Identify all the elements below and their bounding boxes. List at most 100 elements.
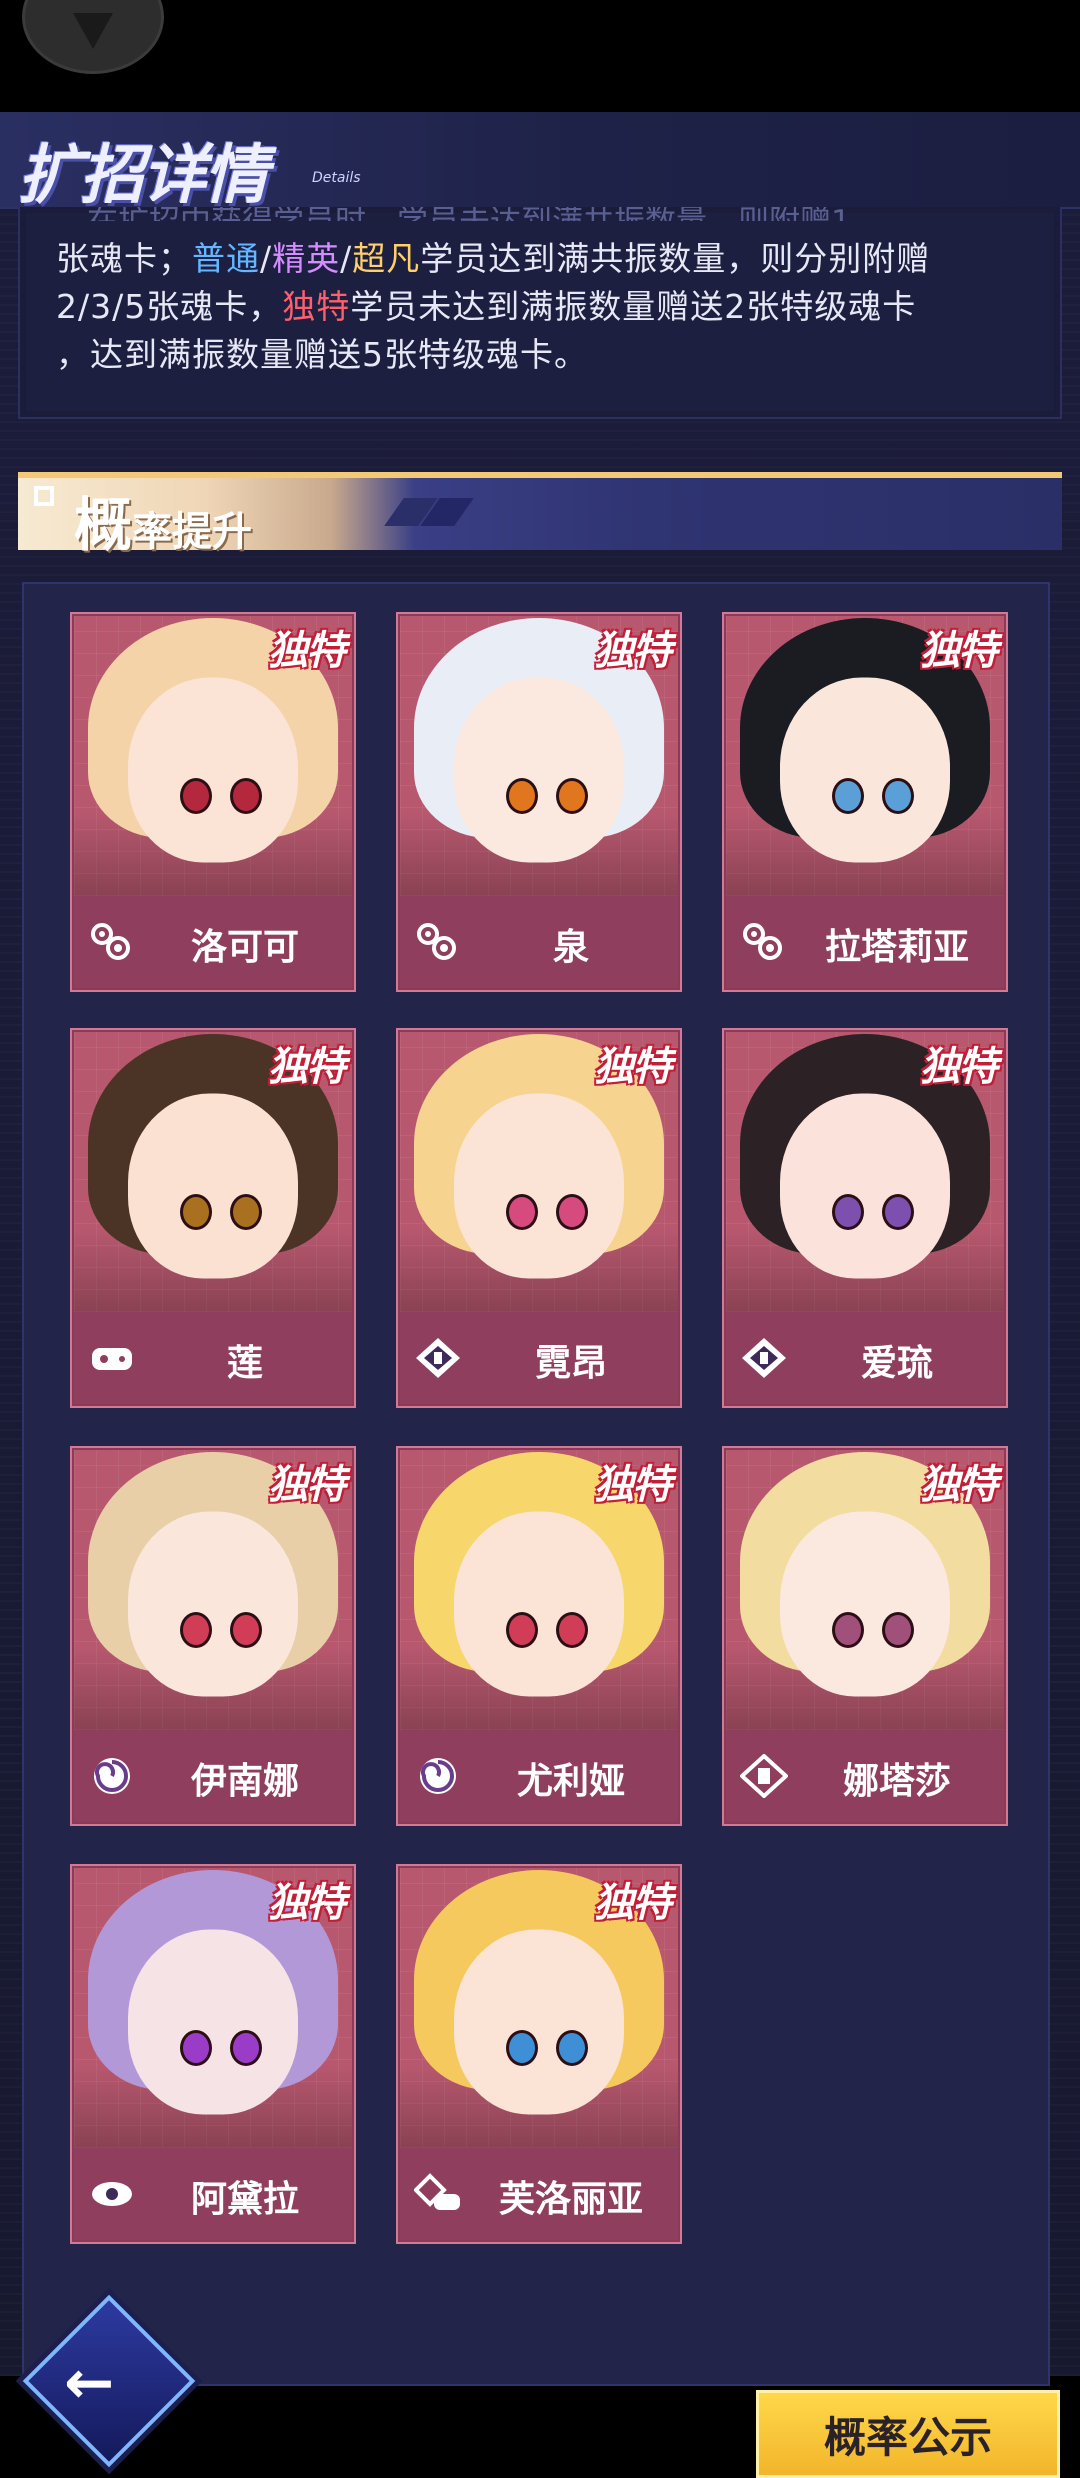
character-card[interactable]: 独特洛可可: [70, 612, 356, 992]
square-marker-icon: [34, 486, 54, 506]
rarity-normal: 普通: [192, 239, 260, 278]
spiral-icon: [414, 1756, 462, 1796]
character-card[interactable]: 独特尤利娅: [396, 1446, 682, 1826]
back-arrow-icon: ←: [64, 2348, 115, 2418]
portrait-eye: [229, 778, 262, 815]
header-banner: 扩招详情 Details: [0, 112, 1080, 213]
portrait-eye: [505, 1612, 538, 1649]
eye-icon: [88, 2174, 136, 2214]
details-separator: /: [340, 239, 353, 278]
portrait-face: [128, 1511, 298, 1697]
diamond-rune-icon: [740, 1338, 788, 1378]
unique-badge: 独特: [268, 1462, 346, 1508]
character-name: 莲: [226, 1343, 263, 1384]
diamond-rune-icon: [414, 1338, 462, 1378]
unique-badge: 独特: [594, 1044, 672, 1090]
character-name: 芙洛丽亚: [498, 2179, 643, 2220]
portrait-eye: [831, 1612, 864, 1649]
character-namebar: 莲: [74, 1312, 352, 1404]
back-button[interactable]: ←: [18, 2290, 196, 2468]
details-panel: …在扩招中获得学员时，学员未达到满共振数量，则附赠1 张魂卡；普通/精英/超凡学…: [18, 207, 1062, 419]
portrait-face: [780, 677, 950, 863]
swirl-pair-icon: [740, 922, 788, 962]
unique-badge: 独特: [594, 628, 672, 674]
page-subtitle: Details: [312, 170, 361, 186]
character-namebar: 芙洛丽亚: [400, 2148, 678, 2240]
character-card[interactable]: 独特拉塔莉亚: [722, 612, 1008, 992]
details-text-fragment: 学员达到满共振数量，则分别附赠: [420, 239, 931, 278]
character-namebar: 拉塔莉亚: [726, 896, 1004, 988]
character-card[interactable]: 独特爱琉: [722, 1028, 1008, 1408]
character-name: 爱琉: [860, 1343, 933, 1384]
details-line-1: 张魂卡；普通/精英/超凡学员达到满共振数量，则分别附赠: [56, 235, 1056, 283]
download-arrow-icon: [73, 13, 113, 49]
portrait-eye: [179, 2030, 212, 2067]
character-name: 霓昂: [534, 1343, 607, 1384]
character-card[interactable]: 独特霓昂: [396, 1028, 682, 1408]
section-title: 概率提升: [74, 478, 252, 562]
portrait-face: [780, 1511, 950, 1697]
character-card[interactable]: 独特 芙洛丽亚: [396, 1864, 682, 2244]
character-namebar: 伊南娜: [74, 1730, 352, 1822]
portrait-eye: [505, 1194, 538, 1231]
gamepad-icon: [88, 1338, 136, 1378]
portrait-face: [454, 1929, 624, 2115]
split-diamond-icon: [740, 1754, 788, 1798]
details-text-fragment: 张魂卡；: [56, 239, 192, 278]
details-separator: /: [260, 239, 273, 278]
character-card[interactable]: 独特莲: [70, 1028, 356, 1408]
character-namebar: 娜塔莎: [726, 1730, 1004, 1822]
portrait-face: [454, 1511, 624, 1697]
spiral-icon: [88, 1756, 136, 1796]
portrait-face: [780, 1093, 950, 1279]
unique-badge: 独特: [268, 1880, 346, 1926]
character-card[interactable]: 独特伊南娜: [70, 1446, 356, 1826]
rarity-super: 超凡: [352, 239, 421, 278]
character-card[interactable]: 独特泉: [396, 612, 682, 992]
section-title-big: 概: [74, 491, 133, 559]
swirl-pair-icon: [414, 922, 462, 962]
unique-badge: 独特: [920, 628, 998, 674]
details-text-fragment: 学员未达到满振数量赠送2张特级魂卡: [350, 287, 917, 326]
unique-badge: 独特: [920, 1462, 998, 1508]
character-namebar: 爱琉: [726, 1312, 1004, 1404]
page: 扩招详情 Details …在扩招中获得学员时，学员未达到满共振数量，则附赠1 …: [0, 112, 1080, 2478]
character-namebar: 尤利娅: [400, 1730, 678, 1822]
probability-up-header: 概率提升: [18, 472, 1062, 559]
character-name: 伊南娜: [190, 1761, 299, 1802]
portrait-eye: [179, 1194, 212, 1231]
character-name: 阿黛拉: [190, 2179, 299, 2220]
swirl-pair-icon: [88, 922, 136, 962]
unique-badge: 独特: [920, 1044, 998, 1090]
character-card[interactable]: 独特阿黛拉: [70, 1864, 356, 2244]
portrait-face: [128, 1929, 298, 2115]
details-line-3: ，达到满振数量赠送5张特级魂卡。: [56, 335, 588, 374]
details-text-fragment: 2/3/5张魂卡，: [56, 287, 283, 326]
unique-badge: 独特: [268, 628, 346, 674]
portrait-eye: [555, 1194, 588, 1231]
character-name: 尤利娅: [516, 1761, 625, 1802]
portrait-eye: [179, 1612, 212, 1649]
unique-badge: 独特: [594, 1462, 672, 1508]
rarity-unique: 独特: [282, 287, 351, 326]
portrait-eye: [831, 778, 864, 815]
portrait-eye: [555, 2030, 588, 2067]
portrait-face: [454, 1093, 624, 1279]
portrait-eye: [179, 778, 212, 815]
portrait-eye: [505, 778, 538, 815]
portrait-eye: [831, 1194, 864, 1231]
portrait-face: [454, 677, 624, 863]
character-name: 洛可可: [190, 927, 299, 968]
details-cut-line: …在扩招中获得学员时，学员未达到满共振数量，则附赠1: [56, 207, 1056, 221]
rarity-elite: 精英: [272, 239, 341, 278]
character-card[interactable]: 独特娜塔莎: [722, 1446, 1008, 1826]
probability-publish-button[interactable]: 概率公示: [756, 2390, 1060, 2478]
portrait-face: [128, 677, 298, 863]
details-line-2: 2/3/5张魂卡，独特学员未达到满振数量赠送2张特级魂卡: [56, 283, 1056, 331]
portrait-eye: [881, 1612, 914, 1649]
portrait-eye: [229, 1194, 262, 1231]
unique-badge: 独特: [268, 1044, 346, 1090]
portrait-eye: [505, 2030, 538, 2067]
section-title-rest: 率提升: [132, 509, 253, 555]
page-title: 扩招详情: [18, 139, 268, 213]
